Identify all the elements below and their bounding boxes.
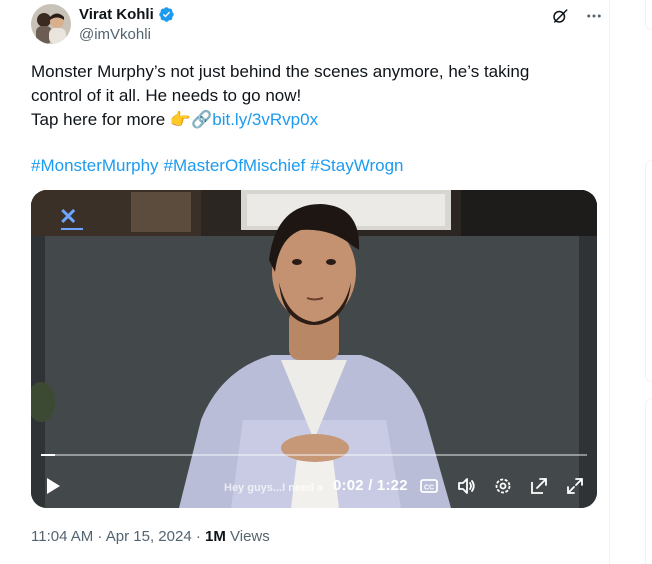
tweet-text-line: Tap here for more 👉🔗bit.ly/3vRvp0x bbox=[31, 108, 591, 132]
hashtag-link[interactable]: #MonsterMurphy bbox=[31, 156, 159, 175]
tweet[interactable]: Virat Kohli @imVkohli Monster Murphy’s n… bbox=[0, 0, 610, 564]
play-icon[interactable] bbox=[43, 476, 63, 496]
video-time: 0:02 / 1:22 bbox=[333, 477, 408, 494]
video-frame: ✕ bbox=[31, 190, 597, 508]
avatar[interactable] bbox=[31, 4, 71, 44]
tweet-text-prefix: Tap here for more bbox=[31, 110, 170, 129]
pop-out-icon[interactable] bbox=[529, 476, 549, 496]
svg-text:✕: ✕ bbox=[59, 204, 77, 229]
video-progress-fill bbox=[41, 454, 55, 456]
video-caption: Hey guys...I need a bbox=[224, 482, 324, 494]
views-label: Views bbox=[225, 528, 270, 545]
link-emoji: 🔗 bbox=[191, 110, 213, 129]
author-handle[interactable]: @imVkohli bbox=[79, 26, 151, 43]
video-progress-bar[interactable] bbox=[41, 454, 587, 456]
hashtags: #MonsterMurphy #MasterOfMischief #StayWrog… bbox=[31, 154, 409, 178]
tweet-text: Monster Murphy’s not just behind the sce… bbox=[31, 60, 591, 132]
views-count: 1M bbox=[205, 528, 226, 545]
verified-badge-icon bbox=[158, 7, 174, 22]
video-controls: Hey guys...I need a 0:02 / 1:22 CC bbox=[31, 470, 597, 502]
sidebar-card-edge bbox=[645, 0, 652, 30]
hashtag-link[interactable]: #MasterOfMischief bbox=[164, 156, 306, 175]
tweet-meta: 11:04 AM · Apr 15, 2024 · 1M Views bbox=[31, 528, 270, 545]
tweet-timestamp[interactable]: 11:04 AM · Apr 15, 2024 · bbox=[31, 528, 205, 545]
tweet-text-line: Monster Murphy’s not just behind the sce… bbox=[31, 62, 530, 81]
fullscreen-icon[interactable] bbox=[565, 476, 585, 496]
volume-icon[interactable] bbox=[456, 476, 476, 496]
video-player[interactable]: ✕ Hey guys...I need a 0:02 / 1:22 CC bbox=[31, 190, 597, 508]
sidebar-card-edge bbox=[645, 398, 652, 564]
tweet-link[interactable]: bit.ly/3vRvp0x bbox=[212, 110, 318, 129]
captions-icon[interactable]: CC bbox=[419, 476, 439, 496]
more-icon[interactable] bbox=[584, 6, 604, 26]
hashtag-link[interactable]: #StayWrogn bbox=[310, 156, 403, 175]
author-name[interactable]: Virat Kohli bbox=[79, 6, 154, 23]
settings-icon[interactable] bbox=[493, 476, 513, 496]
grok-icon[interactable] bbox=[550, 6, 570, 26]
svg-text:CC: CC bbox=[424, 485, 434, 492]
pointing-hand-emoji: 👉 bbox=[169, 110, 192, 129]
sidebar-card-edge bbox=[645, 160, 652, 382]
tweet-text-line: control of it all. He needs to go now! bbox=[31, 86, 302, 105]
